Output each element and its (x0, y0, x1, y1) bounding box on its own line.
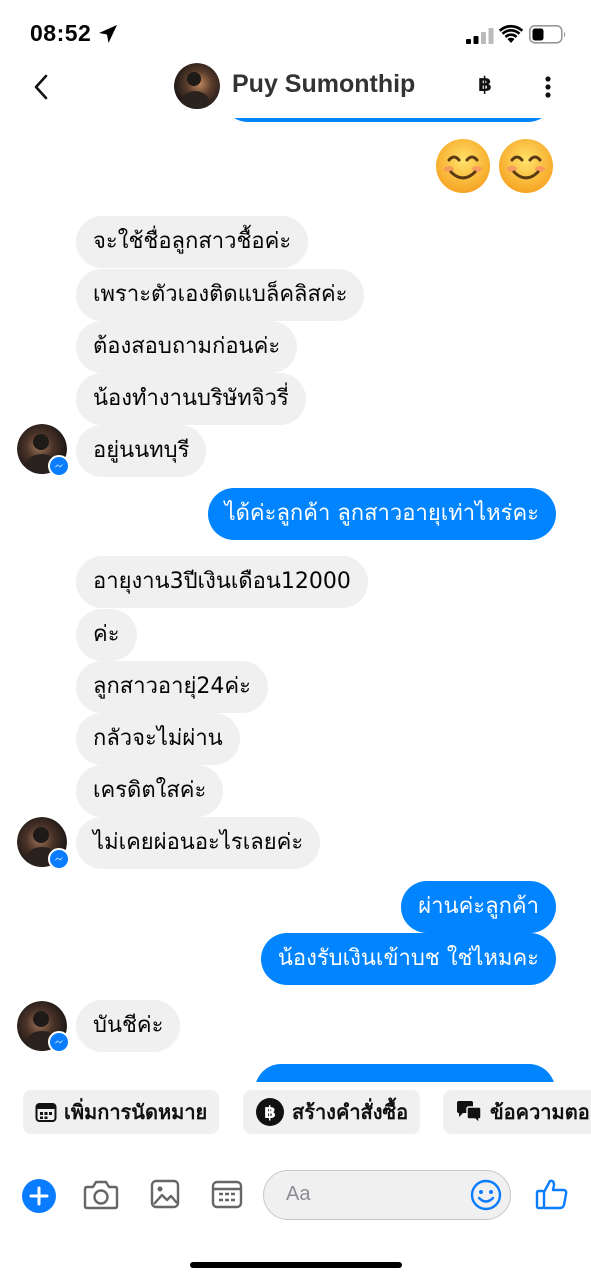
chip-label: เพิ่มการนัดหมาย (64, 1100, 208, 1124)
incoming-message[interactable]: เครดิตใสค่ะ (76, 765, 224, 817)
incoming-message[interactable]: เพราะตัวเองติดแบล็คลิสค่ะ (76, 269, 365, 321)
outgoing-message[interactable]: ผ่านค่ะลูกค้า (401, 881, 556, 933)
chip-label: ข้อความตอ (490, 1100, 590, 1124)
messenger-badge-icon (48, 848, 70, 870)
more-options-icon[interactable] (539, 72, 557, 102)
camera-icon[interactable] (83, 1179, 119, 1211)
header-avatar[interactable] (174, 63, 220, 109)
baht-currency-icon[interactable]: ฿ (478, 72, 492, 96)
smiling-face-emoji-icon (436, 139, 490, 193)
messenger-badge-icon (48, 455, 70, 477)
add-appointment-chip[interactable]: เพิ่มการนัดหมาย (23, 1090, 220, 1134)
svg-text:฿: ฿ (264, 1103, 276, 1123)
smiling-face-emoji-icon (499, 139, 553, 193)
outgoing-bubble-partial (255, 1064, 555, 1082)
emoji-icon[interactable] (470, 1179, 502, 1211)
message-composer: Aa (0, 1162, 591, 1232)
incoming-message[interactable]: ลูกสาวอายุ่24ค่ะ (76, 661, 268, 713)
calendar-icon (35, 1103, 57, 1122)
chip-label: สร้างคำสั่งซื้อ (292, 1100, 409, 1124)
baht-icon: ฿ (256, 1098, 284, 1126)
incoming-message[interactable]: บันชีค่ะ (76, 1000, 181, 1052)
incoming-message[interactable]: ค่ะ (76, 609, 137, 661)
incoming-message[interactable]: ต้องสอบถามก่อนค่ะ (76, 321, 298, 373)
incoming-message[interactable]: กลัวจะไม่ผ่าน (76, 713, 240, 765)
home-indicator (190, 1262, 402, 1268)
create-order-chip[interactable]: ฿ สร้างคำสั่งซื้อ (243, 1090, 421, 1134)
plus-icon[interactable] (21, 1178, 57, 1214)
message-input[interactable]: Aa (263, 1170, 511, 1220)
incoming-message[interactable]: น้องทำงานบริษัทจิวรี่ (76, 373, 306, 425)
outgoing-message[interactable]: น้องรับเงินเข้าบช ใช่ไหมคะ (260, 933, 556, 985)
quick-actions-bar: เพิ่มการนัดหมาย ฿ สร้างคำสั่งซื้อ ข้อควา… (0, 1090, 591, 1138)
outgoing-message[interactable]: ได้ค่ะลูกค้า ลูกสาวอายุเท่าไหร่คะ (207, 488, 556, 540)
chat-header: Puy Sumonthip ฿ (0, 60, 591, 118)
message-input-placeholder: Aa (286, 1183, 311, 1205)
gallery-icon[interactable] (150, 1179, 180, 1209)
back-chevron-icon[interactable] (30, 72, 52, 102)
incoming-message[interactable]: อยู่นนทบุรี (76, 425, 207, 477)
saved-replies-icon (457, 1101, 482, 1124)
message-list[interactable]: จะใช้ชื่อลูกสาวชื้อค่ะ เพราะตัวเองติดแบล… (0, 0, 591, 1082)
contact-name[interactable]: Puy Sumonthip (232, 70, 415, 99)
messenger-badge-icon (48, 1031, 70, 1053)
incoming-message[interactable]: ไม่เคยผ่อนอะไรเลยค่ะ (76, 817, 321, 869)
saved-replies-chip[interactable]: ข้อความตอ (443, 1090, 591, 1134)
incoming-message[interactable]: อายุงาน3ปีเงินเดือน12000 (76, 556, 368, 608)
incoming-message[interactable]: จะใช้ชื่อลูกสาวชื้อค่ะ (76, 216, 309, 268)
calendar-compose-icon[interactable] (211, 1179, 243, 1209)
thumbs-up-icon[interactable] (534, 1176, 570, 1212)
